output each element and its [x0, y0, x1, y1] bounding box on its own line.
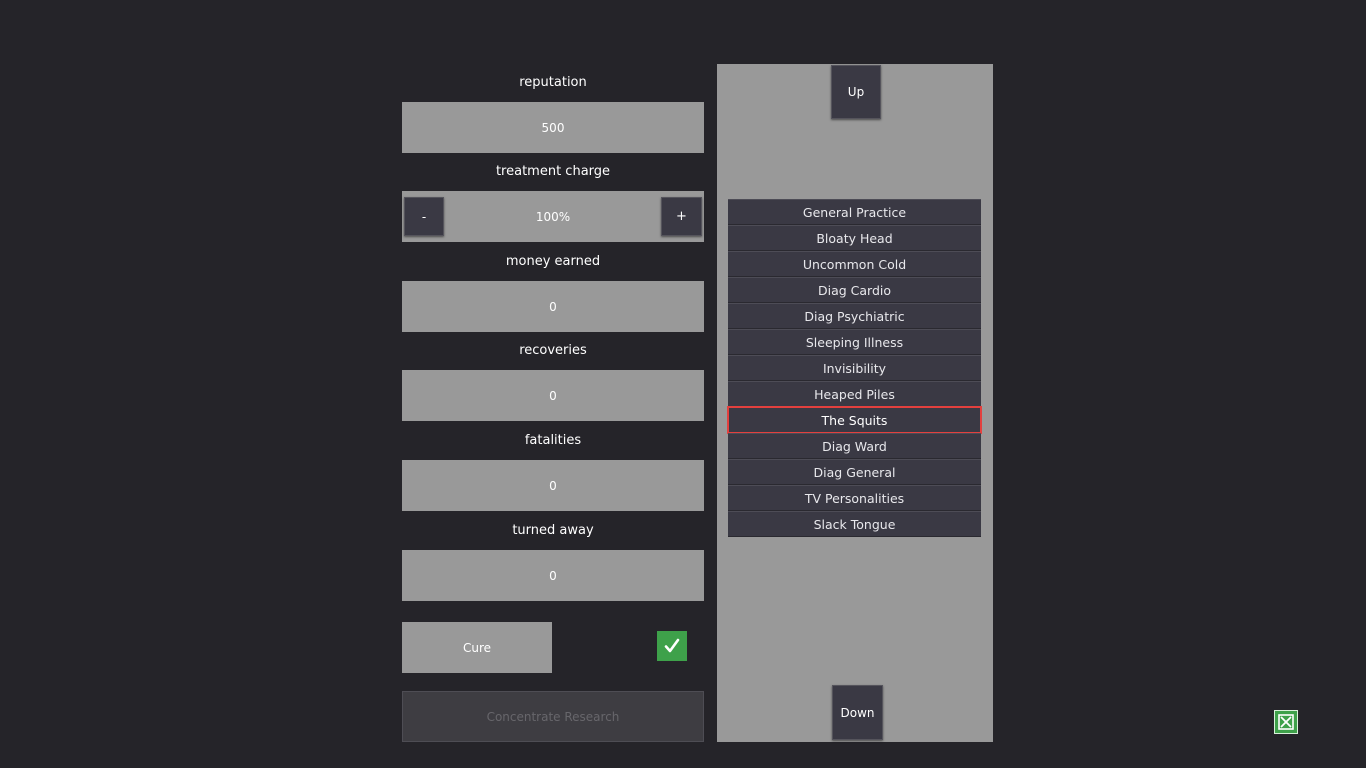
list-item[interactable]: Bloaty Head	[728, 225, 981, 251]
concentrate-research-button[interactable]: Concentrate Research	[402, 691, 704, 742]
recoveries-value: 0	[549, 388, 557, 403]
money-earned-label: money earned	[505, 254, 601, 269]
money-earned-value-box: 0	[402, 281, 704, 332]
decrease-charge-button[interactable]: -	[404, 197, 444, 236]
list-item-selected[interactable]: The Squits	[727, 406, 982, 434]
list-item[interactable]: Diag Cardio	[728, 277, 981, 303]
treatment-charge-value: 100%	[535, 209, 571, 224]
turned-away-value-box: 0	[402, 550, 704, 601]
disease-list-panel: Up General Practice Bloaty Head Uncommon C…	[717, 64, 993, 742]
turned-away-value: 0	[549, 568, 557, 583]
scroll-up-button[interactable]: Up	[831, 65, 881, 119]
list-item[interactable]: Invisibility	[728, 355, 981, 381]
turned-away-label: turned away	[512, 523, 594, 538]
fatalities-label: fatalities	[524, 433, 582, 448]
fatalities-value: 0	[549, 478, 557, 493]
treatment-charge-label: treatment charge	[495, 164, 611, 179]
cure-checkbox[interactable]	[657, 631, 687, 661]
list-item[interactable]: Diag Ward	[728, 433, 981, 459]
disease-list: General Practice Bloaty Head Uncommon Cold…	[727, 199, 982, 537]
list-item[interactable]: General Practice	[728, 199, 981, 225]
increase-charge-button[interactable]: +	[661, 197, 702, 236]
list-item[interactable]: TV Personalities	[728, 485, 981, 511]
list-item[interactable]: Sleeping Illness	[728, 329, 981, 355]
reputation-label: reputation	[519, 75, 587, 90]
close-button[interactable]	[1274, 710, 1298, 734]
list-item[interactable]: Heaped Piles	[728, 381, 981, 407]
reputation-value-box: 500	[402, 102, 704, 153]
list-item[interactable]: Diag Psychiatric	[728, 303, 981, 329]
casebook-screen: reputation 500 treatment charge 100% - +…	[0, 0, 1366, 768]
treatment-charge-row: 100% - +	[402, 191, 704, 242]
fatalities-value-box: 0	[402, 460, 704, 511]
money-earned-value: 0	[549, 299, 557, 314]
recoveries-value-box: 0	[402, 370, 704, 421]
cure-button[interactable]: Cure	[402, 622, 552, 673]
list-item[interactable]: Slack Tongue	[728, 511, 981, 537]
list-item[interactable]: Diag General	[728, 459, 981, 485]
recoveries-label: recoveries	[519, 343, 587, 358]
reputation-value: 500	[541, 120, 565, 135]
checkmark-icon	[664, 638, 680, 653]
list-item[interactable]: Uncommon Cold	[728, 251, 981, 277]
close-icon	[1278, 714, 1294, 730]
scroll-down-button[interactable]: Down	[832, 685, 883, 740]
